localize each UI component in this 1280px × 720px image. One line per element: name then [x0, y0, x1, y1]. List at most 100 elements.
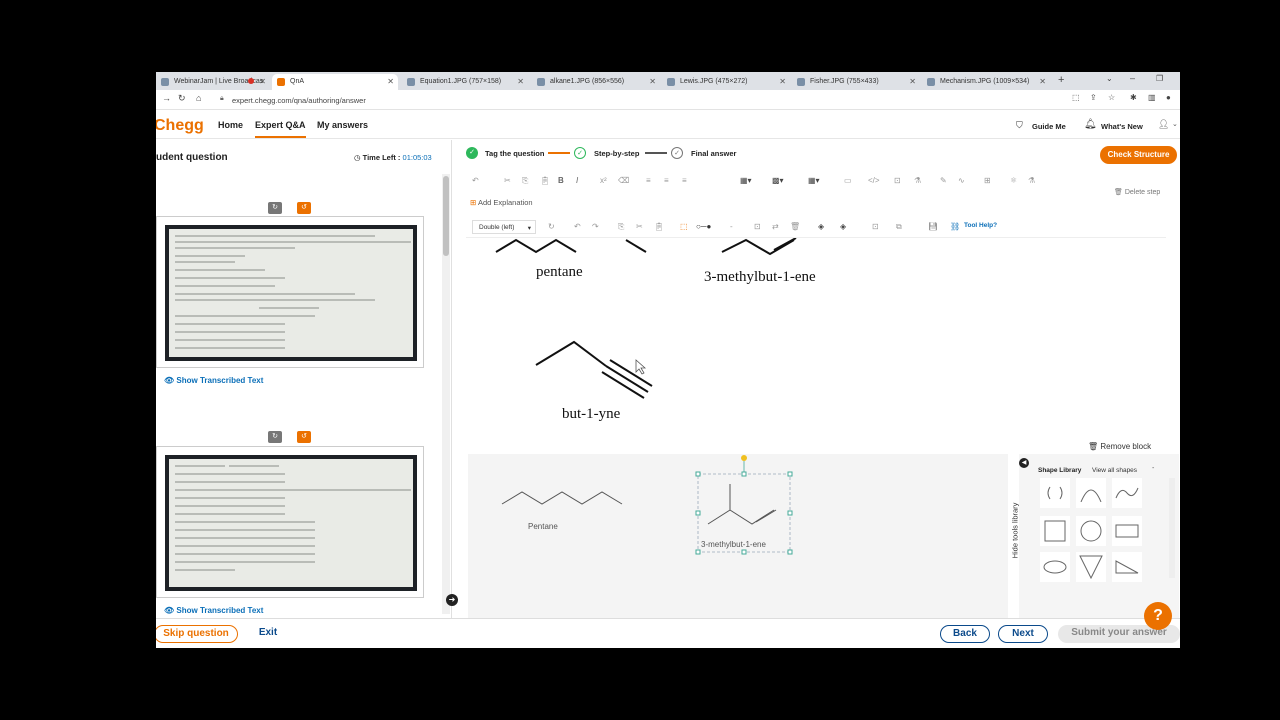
- cut-icon[interactable]: ✂: [504, 176, 511, 185]
- save-draw-icon[interactable]: 💾︎: [928, 222, 938, 231]
- back-arrow-icon[interactable]: →: [162, 93, 171, 103]
- tab-mechanism[interactable]: Mechanism.JPG (1009×534) ✕: [922, 74, 1050, 90]
- draw-icon[interactable]: ✎: [940, 176, 947, 185]
- guide-me-link[interactable]: Guide Me: [1032, 122, 1066, 131]
- wave-icon[interactable]: ∿: [958, 176, 965, 185]
- flask-icon[interactable]: ⚗: [1028, 176, 1035, 185]
- help-button[interactable]: ?: [1144, 602, 1172, 630]
- nav-expert-qa[interactable]: Expert Q&A: [255, 120, 306, 138]
- bold-icon[interactable]: B: [558, 176, 564, 185]
- matrix-icon[interactable]: ▦▾: [808, 176, 820, 185]
- left-scrollbar[interactable]: [442, 174, 450, 614]
- install-icon[interactable]: ⬚: [1072, 93, 1080, 102]
- ellipse-shape-icon[interactable]: [1040, 552, 1070, 582]
- close-tab-icon[interactable]: ✕: [649, 77, 656, 86]
- delete-draw-icon[interactable]: 🗑︎: [790, 222, 800, 231]
- shape-library-scrollbar[interactable]: [1169, 478, 1175, 578]
- align-left-icon[interactable]: ≡: [646, 176, 651, 185]
- home-icon[interactable]: ⌂: [196, 93, 201, 103]
- bond-style-select[interactable]: Double (left) ▾: [472, 220, 536, 234]
- maximize-icon[interactable]: ❐: [1156, 74, 1163, 83]
- skip-question-button[interactable]: Skip question: [156, 625, 238, 643]
- atom-icon[interactable]: ⚛: [1010, 176, 1017, 185]
- code-icon[interactable]: </>: [868, 176, 880, 185]
- question-image-1[interactable]: [156, 216, 424, 368]
- show-transcribed-text-1[interactable]: 👁︎ Show Transcribed Text: [164, 376, 263, 385]
- bookmark-star-icon[interactable]: ☆: [1108, 93, 1115, 102]
- url-field[interactable]: 🔒︎ expert.chegg.com/qna/authoring/answer: [216, 93, 1116, 107]
- wave-shape-icon[interactable]: [1112, 478, 1142, 508]
- chevron-down-icon[interactable]: ⌄: [1172, 120, 1178, 128]
- arc-shape-icon[interactable]: [1076, 478, 1106, 508]
- collapse-arrow-icon[interactable]: ◀: [1019, 458, 1029, 468]
- check-structure-button[interactable]: Check Structure: [1100, 146, 1177, 164]
- new-tab-plus-icon[interactable]: +: [1058, 74, 1064, 86]
- rotate-image-icon[interactable]: ↻: [268, 431, 282, 443]
- rotate-icon[interactable]: ↻: [548, 222, 555, 231]
- tool-help-link[interactable]: Tool Help?: [964, 222, 997, 229]
- tab-lewis[interactable]: Lewis.JPG (475×272) ✕: [662, 74, 790, 90]
- triangle-shape-icon[interactable]: [1076, 552, 1106, 582]
- dash-icon[interactable]: -: [730, 222, 733, 231]
- parentheses-shape-icon[interactable]: [1040, 478, 1070, 508]
- share-icon[interactable]: ⇪: [1090, 93, 1097, 102]
- more-options-icon[interactable]: -: [1152, 465, 1154, 472]
- nav-home[interactable]: Home: [218, 120, 243, 130]
- rotate-image-icon[interactable]: ↻: [268, 202, 282, 214]
- tab-qna[interactable]: QnA ✕: [272, 74, 398, 90]
- copy-draw-icon[interactable]: ⎘: [618, 222, 624, 232]
- view-all-shapes-link[interactable]: View all shapes: [1092, 467, 1137, 474]
- flip-icon[interactable]: ⇄: [772, 222, 779, 231]
- graph-icon[interactable]: ⊡: [894, 176, 901, 185]
- clear-format-icon[interactable]: ⌫: [618, 176, 629, 185]
- rectangle-shape-icon[interactable]: [1112, 516, 1142, 546]
- chart-icon[interactable]: ⚗: [914, 176, 921, 185]
- drawing-canvas[interactable]: Pentane 3-methylbut-1-ene: [468, 454, 1008, 618]
- nav-my-answers[interactable]: My answers: [317, 120, 368, 130]
- close-tab-icon[interactable]: ✕: [1039, 77, 1046, 86]
- next-button[interactable]: Next: [998, 625, 1048, 643]
- align-icon[interactable]: ⊡: [872, 222, 879, 231]
- paste-draw-icon[interactable]: 📋︎: [654, 222, 664, 231]
- chegg-logo[interactable]: Chegg: [156, 117, 204, 135]
- right-triangle-shape-icon[interactable]: [1112, 552, 1142, 582]
- undo-draw-icon[interactable]: ↶: [574, 222, 581, 231]
- reload-icon[interactable]: ↻: [178, 93, 186, 104]
- table-icon[interactable]: ▦▾: [740, 176, 752, 185]
- tab-equation1[interactable]: Equation1.JPG (757×158) ✕: [402, 74, 528, 90]
- scrollbar-thumb[interactable]: [443, 176, 449, 256]
- tab-fisher[interactable]: Fisher.JPG (755×433) ✕: [792, 74, 920, 90]
- step-final-answer[interactable]: Final answer: [691, 149, 736, 158]
- close-tab-icon[interactable]: ✕: [517, 77, 524, 86]
- superscript-icon[interactable]: x²: [600, 176, 607, 185]
- cut-draw-icon[interactable]: ✂: [636, 222, 643, 231]
- molecule-drawing[interactable]: pentane 3-methylbut-1-ene but-1-yne: [466, 238, 1166, 478]
- paste-icon[interactable]: 📋︎: [540, 176, 550, 185]
- align-center-icon[interactable]: ≡: [664, 176, 669, 185]
- layer-up-icon[interactable]: ◈: [818, 222, 824, 231]
- group-icon[interactable]: ⊡: [754, 222, 761, 231]
- copy-icon[interactable]: ⎘: [522, 176, 528, 186]
- profile-icon[interactable]: ●: [1166, 93, 1171, 102]
- close-tab-icon[interactable]: ✕: [779, 77, 786, 86]
- question-image-2[interactable]: [156, 446, 424, 598]
- whats-new-link[interactable]: What's New: [1101, 122, 1143, 131]
- user-avatar-icon[interactable]: 👤︎: [1158, 119, 1169, 130]
- step-tag-question[interactable]: Tag the question: [485, 149, 544, 158]
- remove-block-button[interactable]: 🗑︎ Remove block: [1088, 442, 1151, 451]
- delete-step-button[interactable]: 🗑︎ Delete step: [1114, 188, 1160, 196]
- distribute-icon[interactable]: ⧉: [896, 222, 902, 232]
- step-step-by-step[interactable]: Step-by-step: [594, 149, 639, 158]
- structure-icon[interactable]: ⊞: [984, 176, 991, 185]
- close-tab-icon[interactable]: ✕: [387, 77, 394, 86]
- tab-alkane1[interactable]: alkane1.JPG (856×556) ✕: [532, 74, 660, 90]
- extensions-puzzle-icon[interactable]: ✱: [1130, 93, 1137, 102]
- add-explanation-button[interactable]: ⊞ Add Explanation: [470, 198, 533, 207]
- undo-icon[interactable]: ↶: [472, 176, 479, 185]
- image-icon[interactable]: ▭: [844, 176, 852, 185]
- layer-down-icon[interactable]: ◈: [840, 222, 846, 231]
- circle-shape-icon[interactable]: [1076, 516, 1106, 546]
- hide-tools-library-tab[interactable]: Hide tools library: [1010, 503, 1019, 559]
- select-tool-icon[interactable]: ⬚: [680, 222, 688, 231]
- align-right-icon[interactable]: ≡: [682, 176, 687, 185]
